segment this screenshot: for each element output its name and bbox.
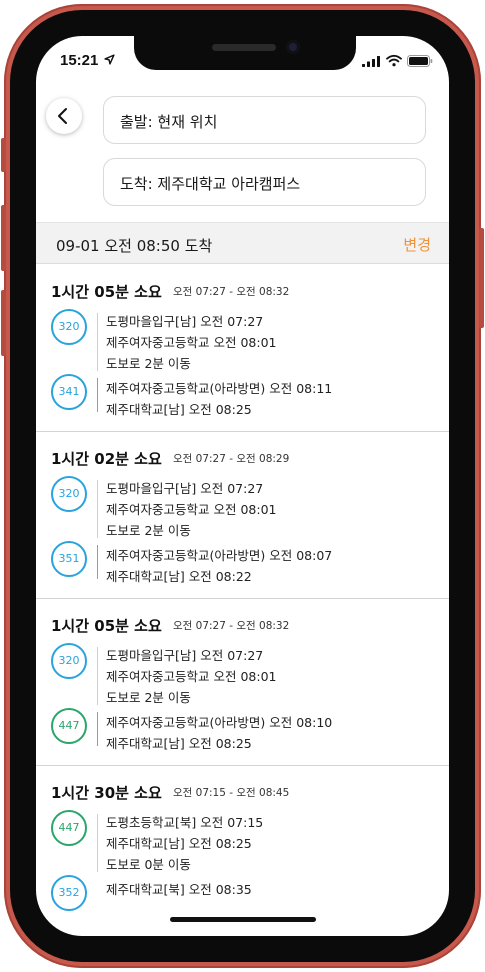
bus-number-badge: 352 <box>51 875 87 911</box>
route-option[interactable]: 1시간 30분 소요 오전 07:15 - 오전 08:45 447 도평초등학… <box>36 766 449 933</box>
route-duration: 1시간 05분 소요 <box>51 617 162 635</box>
volume-down-button <box>1 290 6 356</box>
bus-number-badge: 320 <box>51 643 87 679</box>
speaker-grille <box>212 44 276 51</box>
origin-text: 출발: 현재 위치 <box>120 113 218 131</box>
stop-text: 제주여자중고등학교(아라방면) 오전 08:10 <box>106 715 333 730</box>
bus-number-badge: 341 <box>51 374 87 410</box>
stop-text: 제주여자중고등학교(아라방면) 오전 08:11 <box>106 381 333 396</box>
route-duration: 1시간 30분 소요 <box>51 784 162 802</box>
cellular-signal-icon <box>362 56 380 67</box>
bus-number-badge: 351 <box>51 541 87 577</box>
route-option[interactable]: 1시간 02분 소요 오전 07:27 - 오전 08:29 320 도평마을입… <box>36 432 449 599</box>
location-arrow-icon <box>104 54 115 65</box>
stop-connector <box>97 378 98 412</box>
app-screen: 15:21 출발: 현재 위치 도착: 제주대학교 아라캠퍼스 09-01 오전… <box>36 36 449 936</box>
stop-connector <box>97 647 98 705</box>
bus-number-badge: 447 <box>51 708 87 744</box>
stop-connector <box>97 313 98 371</box>
battery-icon <box>407 55 433 67</box>
stop-text: 도평마을입구[남] 오전 07:27 <box>106 481 264 496</box>
destination-text: 도착: 제주대학교 아라캠퍼스 <box>120 175 301 193</box>
stop-connector <box>97 712 98 746</box>
stop-text: 제주여자중고등학교(아라방면) 오전 08:07 <box>106 548 333 563</box>
walk-text: 도보로 2분 이동 <box>106 690 191 705</box>
stop-connector <box>97 814 98 872</box>
back-button[interactable] <box>46 98 82 134</box>
mute-switch <box>1 138 6 172</box>
walk-text: 도보로 0분 이동 <box>106 857 191 872</box>
walk-text: 도보로 2분 이동 <box>106 356 191 371</box>
stop-text: 제주여자중고등학교 오전 08:01 <box>106 669 277 684</box>
route-option[interactable]: 1시간 05분 소요 오전 07:27 - 오전 08:32 320 도평마을입… <box>36 265 449 432</box>
notch <box>134 36 356 70</box>
stop-text: 제주대학교[남] 오전 08:22 <box>106 569 252 584</box>
front-camera <box>286 40 300 54</box>
home-indicator[interactable] <box>170 917 316 922</box>
stop-text: 제주대학교[남] 오전 08:25 <box>106 736 252 751</box>
power-button <box>479 228 484 328</box>
stop-text: 도평마을입구[남] 오전 07:27 <box>106 648 264 663</box>
arrival-time-bar: 09-01 오전 08:50 도착 변경 <box>36 222 449 264</box>
change-time-button[interactable]: 변경 <box>403 234 431 255</box>
volume-up-button <box>1 205 6 271</box>
route-duration: 1시간 05분 소요 <box>51 283 162 301</box>
stop-text: 도평마을입구[남] 오전 07:27 <box>106 314 264 329</box>
status-time: 15:21 <box>60 52 99 69</box>
stop-connector <box>97 545 98 579</box>
chevron-left-icon <box>58 108 67 124</box>
route-option[interactable]: 1시간 05분 소요 오전 07:27 - 오전 08:32 320 도평마을입… <box>36 599 449 766</box>
stop-text: 제주여자중고등학교 오전 08:01 <box>106 502 277 517</box>
route-duration: 1시간 02분 소요 <box>51 450 162 468</box>
stop-connector <box>97 480 98 538</box>
route-time-range: 오전 07:15 - 오전 08:45 <box>173 787 290 799</box>
stop-text: 제주여자중고등학교 오전 08:01 <box>106 335 277 350</box>
wifi-icon <box>386 54 402 67</box>
bus-number-badge: 320 <box>51 476 87 512</box>
route-time-range: 오전 07:27 - 오전 08:29 <box>173 453 290 465</box>
walk-text: 도보로 2분 이동 <box>106 523 191 538</box>
bus-number-badge: 320 <box>51 309 87 345</box>
stop-text: 제주대학교[남] 오전 08:25 <box>106 836 252 851</box>
arrival-time-text: 09-01 오전 08:50 도착 <box>56 237 213 255</box>
route-time-range: 오전 07:27 - 오전 08:32 <box>173 620 290 632</box>
route-time-range: 오전 07:27 - 오전 08:32 <box>173 286 290 298</box>
stop-text: 제주대학교[북] 오전 08:35 <box>106 882 252 897</box>
bus-number-badge: 447 <box>51 810 87 846</box>
destination-field[interactable]: 도착: 제주대학교 아라캠퍼스 <box>103 158 426 206</box>
origin-field[interactable]: 출발: 현재 위치 <box>103 96 426 144</box>
route-list: 1시간 05분 소요 오전 07:27 - 오전 08:32 320 도평마을입… <box>36 265 449 936</box>
stop-text: 도평초등학교[북] 오전 07:15 <box>106 815 264 830</box>
stop-text: 제주대학교[남] 오전 08:25 <box>106 402 252 417</box>
